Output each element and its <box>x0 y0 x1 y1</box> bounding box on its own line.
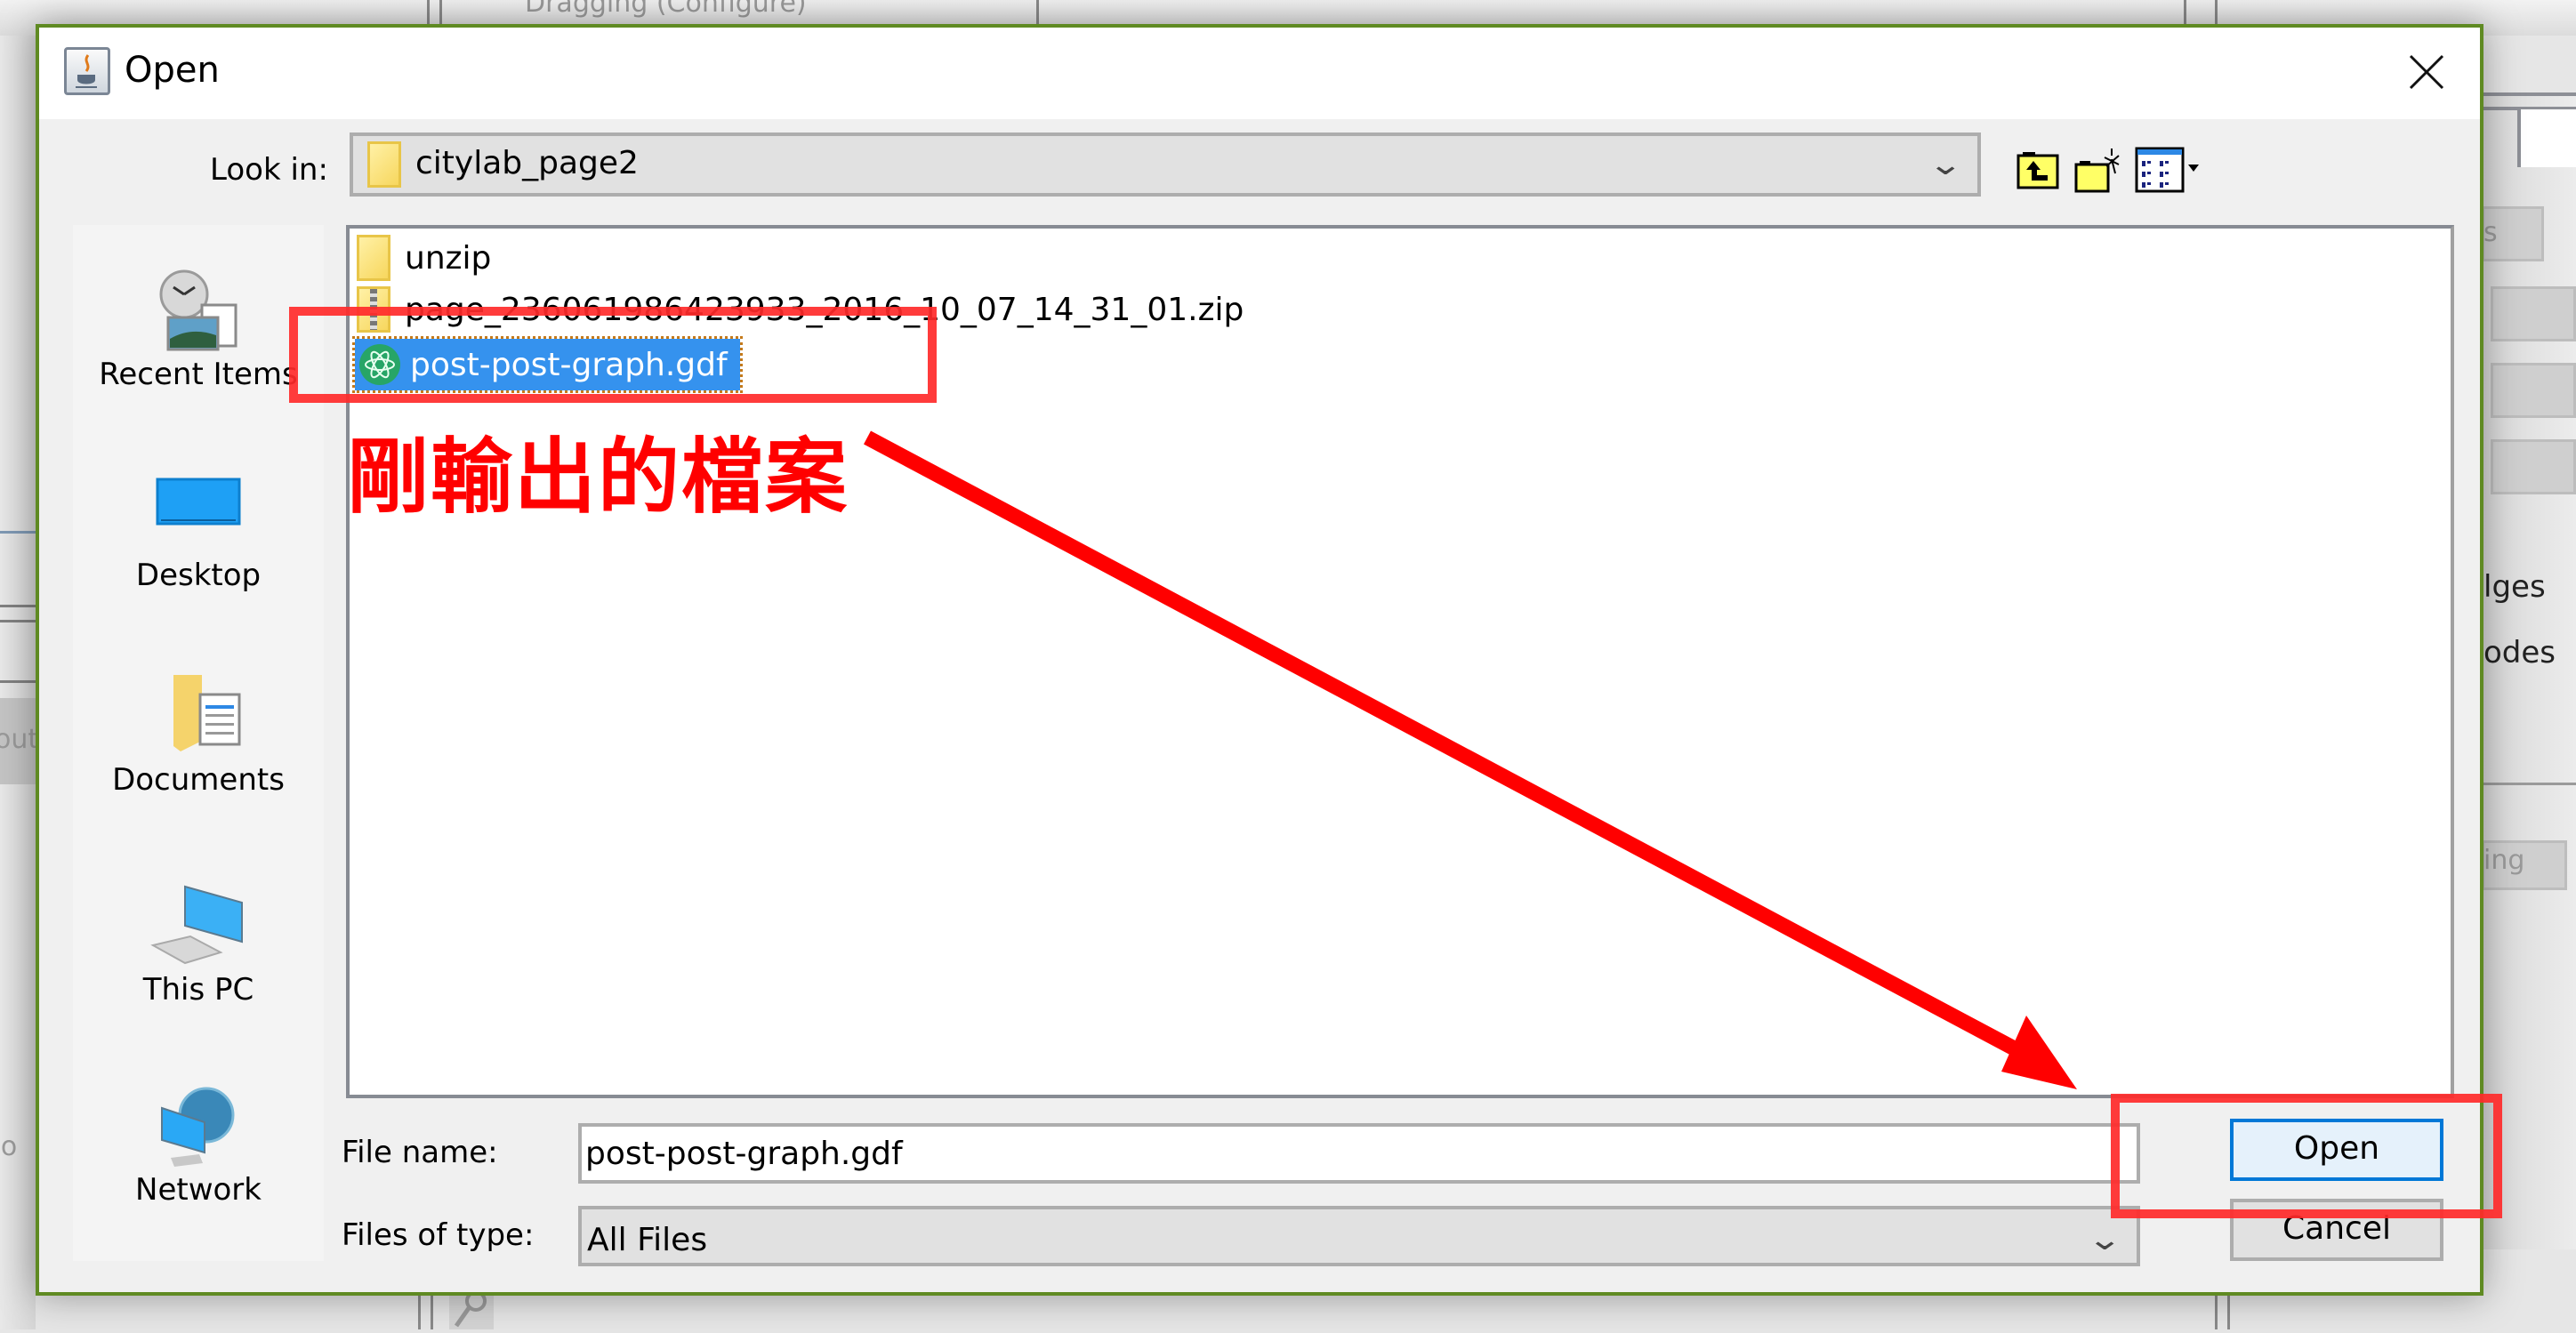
annotation-arrow-head <box>2001 1016 2077 1089</box>
annotation-arrow-shaft <box>864 430 2036 1065</box>
annotation-arrow <box>864 430 2077 1089</box>
